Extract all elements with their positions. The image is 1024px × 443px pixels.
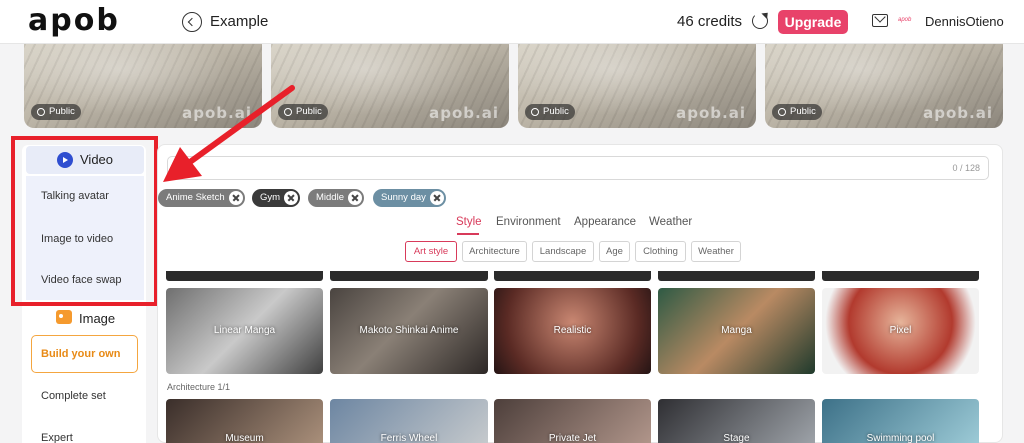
remove-tag-icon[interactable] bbox=[284, 191, 299, 205]
public-badge-label: Public bbox=[296, 106, 322, 117]
tag-label: Middle bbox=[316, 192, 344, 203]
chip-age[interactable]: Age bbox=[599, 241, 630, 262]
tag-label: Gym bbox=[260, 192, 281, 203]
apob-logo[interactable]: apob bbox=[28, 6, 120, 36]
sidebar-item-complete-set[interactable]: Complete set bbox=[41, 390, 106, 402]
gallery-card[interactable]: Public apob.ai bbox=[24, 44, 262, 128]
chip-clothing[interactable]: Clothing bbox=[635, 241, 686, 262]
style-card-label: Swimming pool bbox=[866, 433, 935, 443]
style-card-ferris-wheel[interactable]: Ferris Wheel bbox=[330, 399, 488, 443]
remove-tag-icon[interactable] bbox=[429, 191, 444, 205]
active-tab-indicator bbox=[457, 233, 479, 235]
style-card-label: Pixel bbox=[889, 325, 912, 336]
style-card-realistic[interactable]: Realistic bbox=[494, 288, 651, 374]
style-card-linear-manga[interactable]: Linear Manga bbox=[166, 288, 323, 374]
style-card-label: Makoto Shinkai Anime bbox=[359, 325, 459, 336]
style-card-manga[interactable]: Manga bbox=[658, 288, 815, 374]
watermark: apob.ai bbox=[676, 104, 746, 122]
style-card-pixel[interactable]: Pixel bbox=[822, 288, 979, 374]
style-card-label: Museum bbox=[225, 433, 264, 443]
upgrade-button[interactable]: Upgrade bbox=[778, 10, 848, 34]
public-badge: Public bbox=[278, 104, 328, 120]
public-badge: Public bbox=[31, 104, 81, 120]
tab-appearance[interactable]: Appearance bbox=[574, 216, 636, 228]
remove-tag-icon[interactable] bbox=[348, 191, 362, 205]
char-count: 0 / 128 bbox=[952, 163, 980, 173]
style-card-partial[interactable] bbox=[330, 271, 488, 281]
back-arrow-icon[interactable] bbox=[182, 12, 202, 32]
username[interactable]: DennisOtieno bbox=[925, 14, 1004, 29]
public-badge-label: Public bbox=[49, 106, 75, 117]
remove-tag-icon[interactable] bbox=[228, 191, 243, 205]
build-your-own-button[interactable]: Build your own bbox=[31, 335, 138, 373]
watermark: apob.ai bbox=[429, 104, 499, 122]
sidebar-item-expert[interactable]: Expert bbox=[41, 432, 73, 443]
user-brand-logo: apob bbox=[898, 17, 912, 23]
prompt-input[interactable]: 0 / 128 bbox=[167, 156, 989, 180]
style-card-label: Manga bbox=[721, 325, 752, 336]
globe-icon bbox=[778, 108, 786, 116]
tab-style[interactable]: Style bbox=[456, 216, 482, 228]
globe-icon bbox=[531, 108, 539, 116]
style-card-partial[interactable] bbox=[658, 271, 815, 281]
credits-count: 46 credits bbox=[677, 13, 743, 30]
public-badge-label: Public bbox=[543, 106, 569, 117]
tag-label: Sunny day bbox=[381, 192, 426, 203]
style-card-partial[interactable] bbox=[166, 271, 323, 281]
style-card-stage[interactable]: Stage bbox=[658, 399, 815, 443]
style-card-museum[interactable]: Museum bbox=[166, 399, 323, 443]
tag-sunny-day[interactable]: Sunny day bbox=[373, 189, 446, 207]
globe-icon bbox=[284, 108, 292, 116]
image-section-label[interactable]: Image bbox=[79, 311, 115, 326]
page-title: Example bbox=[210, 13, 269, 30]
watermark: apob.ai bbox=[182, 104, 252, 122]
chip-architecture[interactable]: Architecture bbox=[462, 241, 527, 262]
chip-weather[interactable]: Weather bbox=[691, 241, 741, 262]
tag-label: Anime Sketch bbox=[166, 192, 225, 203]
style-card-label: Private Jet bbox=[548, 433, 597, 443]
chip-art-style[interactable]: Art style bbox=[405, 241, 457, 262]
public-badge: Public bbox=[525, 104, 575, 120]
top-header: apob Example 46 credits Upgrade apob Den… bbox=[0, 0, 1024, 44]
mail-icon[interactable] bbox=[872, 14, 888, 27]
tag-anime-sketch[interactable]: Anime Sketch bbox=[158, 189, 245, 207]
section-label-architecture: Architecture 1/1 bbox=[167, 382, 231, 392]
style-card-partial[interactable] bbox=[822, 271, 979, 281]
style-card-swimming-pool[interactable]: Swimming pool bbox=[822, 399, 979, 443]
globe-icon bbox=[37, 108, 45, 116]
refresh-icon[interactable] bbox=[752, 13, 768, 29]
app-root: apob Example 46 credits Upgrade apob Den… bbox=[0, 0, 1024, 443]
gallery-card[interactable]: Public apob.ai bbox=[518, 44, 756, 128]
public-badge-label: Public bbox=[790, 106, 816, 117]
style-card-makoto-shinkai-anime[interactable]: Makoto Shinkai Anime bbox=[330, 288, 488, 374]
style-card-label: Ferris Wheel bbox=[380, 433, 438, 443]
watermark: apob.ai bbox=[923, 104, 993, 122]
image-icon bbox=[56, 310, 72, 324]
style-card-partial[interactable] bbox=[494, 271, 651, 281]
chip-landscape[interactable]: Landscape bbox=[532, 241, 594, 262]
public-badge: Public bbox=[772, 104, 822, 120]
style-card-label: Realistic bbox=[553, 325, 592, 336]
tab-environment[interactable]: Environment bbox=[496, 216, 561, 228]
style-card-label: Linear Manga bbox=[213, 325, 276, 336]
style-card-label: Stage bbox=[723, 433, 750, 443]
tab-weather[interactable]: Weather bbox=[649, 216, 692, 228]
gallery-card[interactable]: Public apob.ai bbox=[765, 44, 1003, 128]
tag-gym[interactable]: Gym bbox=[252, 189, 301, 207]
style-card-private-jet[interactable]: Private Jet bbox=[494, 399, 651, 443]
tag-middle[interactable]: Middle bbox=[308, 189, 364, 207]
highlight-annotation-box bbox=[11, 136, 158, 306]
gallery-card[interactable]: Public apob.ai bbox=[271, 44, 509, 128]
